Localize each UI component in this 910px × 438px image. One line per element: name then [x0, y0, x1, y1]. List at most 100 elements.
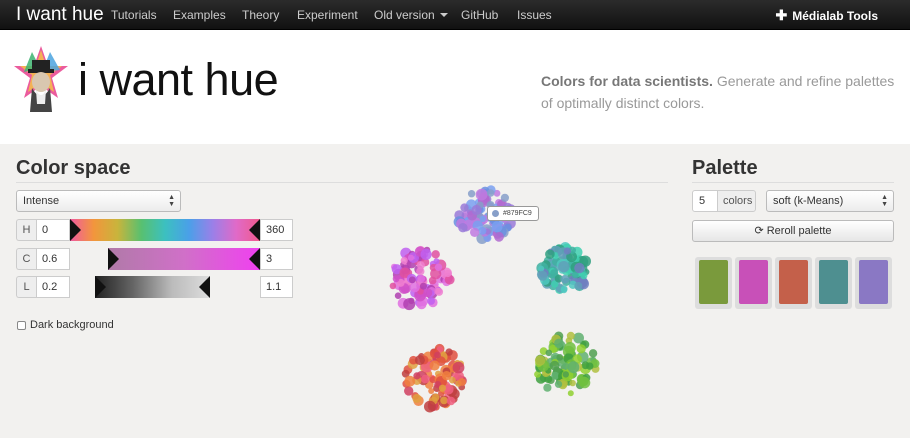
hue-max-input[interactable]: 360: [260, 219, 293, 241]
nav-theory[interactable]: Theory: [242, 8, 279, 22]
palette-swatch-1[interactable]: [695, 257, 732, 309]
swatch-color: [739, 260, 768, 304]
cloud-dot-green: [564, 342, 576, 354]
cloud-dot-teal: [550, 269, 558, 277]
cloud-dot-green: [543, 383, 552, 392]
lightness-label: L: [16, 276, 36, 298]
cloud-dot-teal: [574, 262, 585, 274]
nav-github[interactable]: GitHub: [461, 8, 498, 22]
cloud-dot-green: [567, 361, 580, 374]
cloud-dot-red-orange: [414, 355, 425, 366]
palette-method-select[interactable]: soft (k-Means) ▲ ▼: [766, 190, 894, 212]
cloud-dot-green: [549, 360, 560, 371]
cloud-dot-green: [578, 376, 591, 389]
method-value: soft (k-Means): [773, 195, 844, 207]
palette-swatch-4[interactable]: [815, 257, 852, 309]
lightness-max-handle[interactable]: [199, 276, 210, 298]
hue-max-handle[interactable]: [249, 219, 260, 241]
tagline-bold: Colors for data scientists.: [541, 73, 713, 89]
palette-swatch-3[interactable]: [775, 257, 812, 309]
cloud-dot-magenta: [400, 257, 408, 265]
cloud-dot-blue-purple: [478, 226, 487, 235]
cloud-dot-magenta: [403, 298, 416, 311]
reroll-palette-button[interactable]: ⟳ Reroll palette: [692, 220, 894, 242]
nav-old-version-dropdown[interactable]: Old version: [374, 8, 448, 22]
cloud-dot-magenta: [416, 261, 425, 270]
cloud-dot-green: [576, 344, 586, 354]
nav-tutorials[interactable]: Tutorials: [111, 8, 157, 22]
cloud-dot-red-orange: [438, 384, 447, 392]
cloud-dot-magenta: [409, 282, 420, 293]
cloud-dot-blue-purple: [467, 190, 476, 198]
cloud-dot-blue-purple: [486, 189, 495, 197]
cloud-dot-green: [551, 371, 560, 380]
cloud-dot-magenta: [420, 248, 432, 260]
lightness-min-input[interactable]: 0.2: [36, 276, 70, 298]
cloud-dot-magenta: [433, 258, 440, 265]
cloud-dot-green: [569, 379, 576, 387]
hue-label: H: [16, 219, 36, 241]
cloud-dot-red-orange: [413, 372, 421, 380]
cloud-dot-magenta: [392, 275, 400, 283]
lightness-max-input[interactable]: 1.1: [260, 276, 293, 298]
cloud-dot-green: [588, 349, 598, 358]
cloud-dot-green: [534, 355, 546, 366]
cloud-dot-teal: [558, 261, 570, 273]
color-tooltip: #879FC9: [487, 206, 539, 221]
palette-swatch-2[interactable]: [735, 257, 772, 309]
dark-background-label: Dark background: [30, 319, 114, 331]
page-header: i want hue Colors for data scientists. G…: [0, 30, 910, 144]
color-space-preset-select[interactable]: Intense ▲ ▼: [16, 190, 181, 212]
cloud-dot-magenta: [407, 254, 415, 261]
cloud-dot-magenta: [389, 282, 397, 290]
hue-min-handle[interactable]: [70, 219, 81, 241]
hue-range-track[interactable]: [70, 219, 260, 241]
dark-background-checkbox[interactable]: [17, 321, 26, 330]
swatch-color: [859, 260, 888, 304]
cloud-dot-magenta: [408, 276, 416, 284]
select-arrows-icon: ▲ ▼: [168, 194, 175, 208]
hue-min-input[interactable]: 0: [36, 219, 70, 241]
cloud-dot-red-orange: [431, 393, 440, 402]
chroma-label: C: [16, 248, 36, 270]
chroma-range-track[interactable]: [108, 248, 260, 270]
chroma-min-handle[interactable]: [108, 248, 119, 270]
cloud-dot-teal: [560, 286, 568, 294]
lightness-range-track[interactable]: [95, 276, 210, 298]
cloud-dot-magenta: [417, 274, 426, 283]
cloud-dot-green: [545, 349, 553, 357]
color-space-divider: [16, 182, 668, 183]
swatch-color: [819, 260, 848, 304]
color-space-title: Color space: [16, 157, 131, 179]
lightness-min-handle[interactable]: [95, 276, 106, 298]
caret-down-icon: [439, 13, 448, 17]
chroma-max-handle[interactable]: [249, 248, 260, 270]
top-navbar: I want hue Tutorials Examples Theory Exp…: [0, 0, 910, 30]
cloud-dot-blue-purple: [500, 193, 509, 202]
cloud-dot-teal: [560, 274, 570, 284]
cloud-dot-blue-purple: [475, 188, 488, 201]
cloud-dot-magenta: [394, 292, 402, 300]
cloud-dot-red-orange: [424, 400, 436, 413]
cloud-dot-magenta: [434, 263, 443, 271]
chroma-max-input[interactable]: 3: [260, 248, 293, 270]
nav-experiment[interactable]: Experiment: [297, 8, 358, 22]
chroma-min-input[interactable]: 0.6: [36, 248, 70, 270]
cloud-dot-teal: [538, 265, 545, 272]
cloud-dot-green: [556, 354, 564, 361]
page-tagline: Colors for data scientists. Generate and…: [541, 70, 897, 114]
nav-examples[interactable]: Examples: [173, 8, 226, 22]
medialab-tools-button[interactable]: ✚ Médialab Tools: [775, 7, 878, 24]
cloud-dot-teal: [580, 272, 588, 280]
uncle-sam-logo-icon: [14, 46, 68, 112]
cloud-dot-magenta: [420, 282, 427, 290]
refresh-icon: ⟳: [754, 225, 764, 237]
select-arrows-icon: ▲ ▼: [881, 194, 888, 208]
palette-swatch-5[interactable]: [855, 257, 892, 309]
cloud-dot-magenta: [444, 269, 452, 278]
brand-link[interactable]: I want hue: [16, 4, 104, 26]
palette-count-input[interactable]: 5: [692, 190, 718, 212]
nav-issues[interactable]: Issues: [517, 8, 552, 22]
cloud-dot-green: [566, 331, 575, 340]
cloud-dot-blue-purple: [460, 203, 469, 212]
